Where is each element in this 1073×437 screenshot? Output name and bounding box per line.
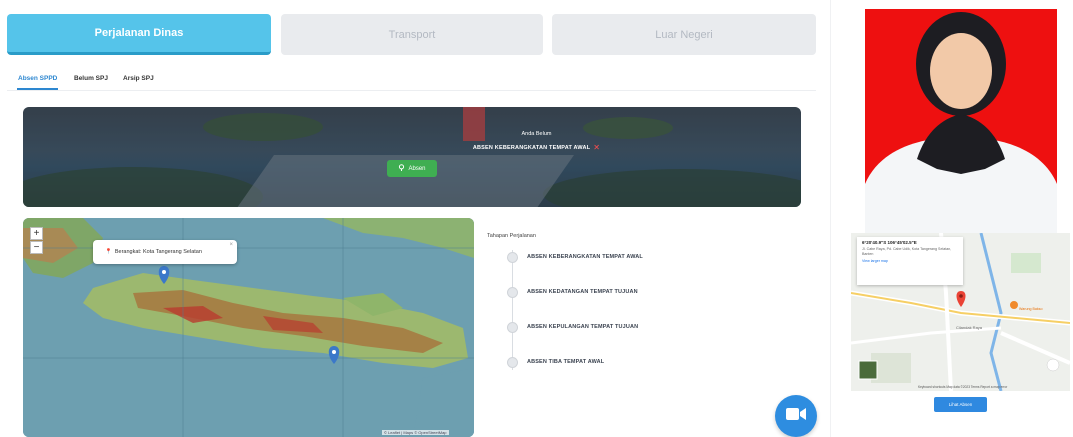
pin-icon	[398, 164, 405, 173]
view-larger-map-link[interactable]: View larger map	[862, 259, 958, 263]
timeline-step-4: ABSEN TIBA TEMPAT AWAL	[527, 359, 605, 365]
place-label: Warung Bakso	[1019, 307, 1042, 311]
step-dot-icon	[507, 322, 518, 333]
zoom-in-button[interactable]: +	[30, 227, 43, 240]
subtab-absen-sppd[interactable]: Absen SPPD	[18, 75, 57, 82]
timeline-line	[512, 250, 513, 370]
location-map-attribution: Keyboard shortcuts Map data ©2023 Terms …	[918, 385, 1008, 389]
absen-button[interactable]: Absen	[387, 160, 437, 177]
step-dot-icon	[507, 287, 518, 298]
timeline-card	[477, 218, 801, 437]
tab-transport[interactable]: Transport	[281, 14, 543, 55]
timeline-step-1: ABSEN KEBERANGKATAN TEMPAT AWAL	[527, 254, 643, 260]
map-attribution: © Leaflet | Maps © OpenStreetMap	[382, 430, 449, 435]
timeline-title: Tahapan Perjalanan	[487, 233, 536, 239]
timeline-step-2: ABSEN KEDATANGAN TEMPAT TUJUAN	[527, 289, 638, 295]
absen-banner	[23, 107, 801, 207]
location-coordinates: 6°20'40.9"S 106°45'02.5"E	[862, 240, 917, 245]
subtab-arsip-spj[interactable]: Arsip SPJ	[123, 75, 154, 82]
lihat-absen-button[interactable]: Lihat Absen	[934, 397, 987, 412]
route-map[interactable]	[23, 218, 474, 437]
location-pin-icon: 📍	[105, 249, 112, 255]
panel-divider	[830, 0, 831, 437]
map-canvas	[23, 218, 474, 437]
map-popup: 📍 Berangkat: Kota Tangerang Selatan ×	[93, 240, 237, 264]
step-dot-icon	[507, 252, 518, 263]
road-label: Cilandak Raya	[956, 325, 983, 330]
location-address: Jl. Cabe Raya, Pd. Cabe Udik, Kota Tange…	[862, 247, 952, 256]
step-dot-icon	[507, 357, 518, 368]
timeline-step-3: ABSEN KEPULANGAN TEMPAT TUJUAN	[527, 324, 639, 330]
location-info-card: 6°20'40.9"S 106°45'02.5"E Jl. Cabe Raya,…	[857, 237, 963, 285]
video-camera-icon	[786, 407, 806, 426]
popup-close-icon[interactable]: ×	[229, 242, 233, 248]
tab-luar-negeri[interactable]: Luar Negeri	[552, 14, 816, 55]
tab-perjalanan-dinas[interactable]: Perjalanan Dinas	[7, 14, 271, 55]
zoom-out-button[interactable]: −	[30, 241, 43, 254]
subtab-divider	[7, 90, 816, 91]
video-call-button[interactable]	[775, 395, 817, 437]
popup-text: Berangkat: Kota Tangerang Selatan	[114, 249, 202, 255]
close-x-icon: ✕	[593, 143, 601, 152]
profile-photo	[865, 9, 1057, 233]
subtab-belum-spj[interactable]: Belum SPJ	[74, 75, 108, 82]
